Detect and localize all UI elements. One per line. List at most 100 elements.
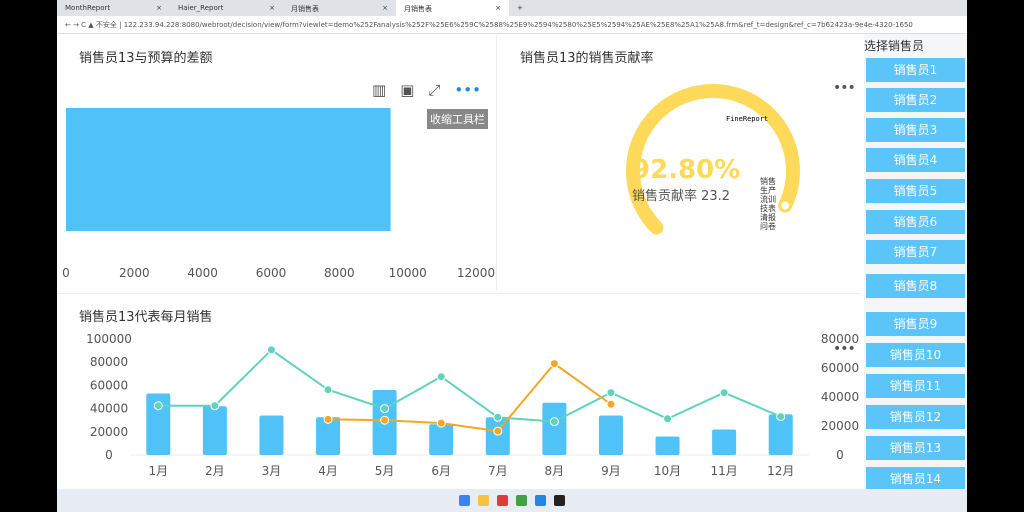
y-left-tick-label: 0 bbox=[105, 448, 113, 462]
x-tick-label: 10月 bbox=[654, 464, 681, 478]
browser-tab[interactable]: Haier_Report × bbox=[170, 0, 283, 16]
data-point bbox=[323, 385, 333, 395]
data-point bbox=[436, 418, 446, 428]
data-point bbox=[380, 404, 390, 414]
difference-chart: 0 2000 4000 6000 8000 10000 12000 bbox=[62, 108, 495, 280]
y-left-tick-label: 80000 bbox=[90, 355, 128, 369]
panel-title: 销售员13与预算的差额 bbox=[79, 51, 213, 66]
panel-contribution: 销售员13的销售贡献率 ••• FineReport 销售生产流训技表清报问卷 … bbox=[500, 35, 860, 290]
x-tick-label: 9月 bbox=[601, 464, 621, 478]
new-tab-button[interactable]: + bbox=[509, 0, 529, 16]
app-icon[interactable] bbox=[497, 495, 508, 506]
x-tick-label: 12月 bbox=[767, 464, 794, 478]
salesperson-button[interactable]: 销售员8 bbox=[866, 274, 965, 298]
salesperson-button[interactable]: 销售员14 bbox=[866, 467, 965, 491]
bar bbox=[712, 429, 737, 455]
salesperson-button[interactable]: 销售员1 bbox=[866, 58, 965, 82]
taskbar bbox=[57, 489, 967, 512]
x-tick-label: 8月 bbox=[545, 464, 565, 478]
x-tick-label: 11月 bbox=[710, 464, 737, 478]
data-point bbox=[266, 345, 276, 355]
y-left-tick-label: 40000 bbox=[90, 402, 128, 416]
gauge-percent: 92.80% bbox=[632, 155, 741, 185]
salesperson-button[interactable]: 销售员12 bbox=[866, 405, 965, 429]
data-point bbox=[153, 401, 163, 411]
gauge-pointer bbox=[781, 201, 790, 210]
x-tick-label: 10000 bbox=[389, 266, 427, 280]
data-point bbox=[549, 417, 559, 427]
y-left-tick-label: 100000 bbox=[86, 332, 132, 346]
close-icon[interactable]: × bbox=[269, 4, 275, 12]
y-left-tick-label: 20000 bbox=[90, 425, 128, 439]
data-point bbox=[210, 401, 220, 411]
y-right-tick-label: 20000 bbox=[821, 419, 859, 433]
monthly-chart: 0 20000 40000 60000 80000 100000 0 20000 40000 60… bbox=[86, 332, 909, 478]
salesperson-button[interactable]: 销售员9 bbox=[866, 312, 965, 336]
salesperson-button[interactable]: 销售员3 bbox=[866, 118, 965, 142]
data-point bbox=[549, 359, 559, 369]
salesperson-button[interactable]: 销售员13 bbox=[866, 436, 965, 460]
data-point bbox=[493, 412, 503, 422]
x-tick-label: 1月 bbox=[148, 464, 168, 478]
bar bbox=[259, 415, 284, 455]
data-point bbox=[380, 415, 390, 425]
close-icon[interactable]: × bbox=[382, 4, 388, 12]
salesperson-button[interactable]: 销售员10 bbox=[866, 343, 965, 367]
y-right-tick-label: 40000 bbox=[821, 390, 859, 404]
bar bbox=[655, 436, 680, 455]
x-tick-label: 0 bbox=[62, 266, 70, 280]
bar bbox=[66, 108, 391, 231]
salesperson-button[interactable]: 销售员11 bbox=[866, 374, 965, 398]
sidebar-title: 选择销售员 bbox=[864, 39, 925, 53]
x-tick-label: 7月 bbox=[488, 464, 508, 478]
bar bbox=[429, 424, 454, 455]
y-right-tick-label: 80000 bbox=[821, 332, 859, 346]
app-icon[interactable] bbox=[535, 495, 546, 506]
data-point bbox=[663, 414, 673, 424]
x-tick-label: 6月 bbox=[431, 464, 451, 478]
data-point bbox=[776, 412, 786, 422]
x-tick-label: 8000 bbox=[324, 266, 355, 280]
x-tick-label: 4000 bbox=[187, 266, 218, 280]
salesperson-sidebar: 选择销售员 销售员1 销售员2 销售员3 销售员4 销售员5 销售员6 销售员7 销售员8 销售… bbox=[864, 34, 967, 491]
x-tick-label: 4月 bbox=[318, 464, 338, 478]
x-tick-label: 2月 bbox=[205, 464, 225, 478]
tab-bar: MonthReport × Haier_Report × 月销售表 × 月销售表 × + bbox=[57, 0, 967, 16]
y-right-tick-label: 60000 bbox=[821, 361, 859, 375]
bar bbox=[542, 402, 567, 455]
chrome-icon[interactable] bbox=[516, 495, 527, 506]
browser-window: MonthReport × Haier_Report × 月销售表 × 月销售表 × +… bbox=[57, 0, 967, 512]
data-point bbox=[493, 426, 503, 436]
salesperson-button[interactable]: 销售员7 bbox=[866, 240, 965, 264]
terminal-icon[interactable] bbox=[554, 495, 565, 506]
data-point bbox=[323, 414, 333, 424]
data-point bbox=[436, 372, 446, 382]
x-tick-label: 6000 bbox=[256, 266, 287, 280]
browser-tab[interactable]: MonthReport × bbox=[57, 0, 170, 16]
salesperson-button[interactable]: 销售员4 bbox=[866, 148, 965, 172]
close-icon[interactable]: × bbox=[495, 4, 501, 12]
y-right-tick-label: 0 bbox=[836, 448, 844, 462]
gauge-label: 销售贡献率 23.2 bbox=[632, 189, 731, 204]
x-tick-label: 2000 bbox=[119, 266, 150, 280]
data-point bbox=[719, 388, 729, 398]
x-tick-label: 3月 bbox=[262, 464, 282, 478]
data-point bbox=[606, 388, 616, 398]
x-tick-label: 12000 bbox=[457, 266, 495, 280]
start-icon[interactable] bbox=[459, 495, 470, 506]
y-left-tick-label: 60000 bbox=[90, 378, 128, 392]
salesperson-button[interactable]: 销售员6 bbox=[866, 210, 965, 234]
browser-tab[interactable]: 月销售表 × bbox=[396, 0, 509, 16]
browser-tab[interactable]: 月销售表 × bbox=[283, 0, 396, 16]
folder-icon[interactable] bbox=[478, 495, 489, 506]
address-bar[interactable]: ← → C ▲ 不安全 | 122.233.94.228:8080/webroo… bbox=[57, 16, 967, 34]
data-point bbox=[606, 399, 616, 409]
bar bbox=[202, 406, 227, 455]
panel-title: 销售员13的销售贡献率 bbox=[520, 51, 654, 66]
panel-difference: 销售员13与预算的差额 ▥ ▣ ⤢ ••• 收缩工具栏 0 2000 4000 600… bbox=[57, 35, 497, 290]
salesperson-button[interactable]: 销售员5 bbox=[866, 179, 965, 203]
bar bbox=[485, 417, 510, 455]
salesperson-button[interactable]: 销售员2 bbox=[866, 88, 965, 112]
close-icon[interactable]: × bbox=[156, 4, 162, 12]
x-tick-label: 5月 bbox=[375, 464, 395, 478]
